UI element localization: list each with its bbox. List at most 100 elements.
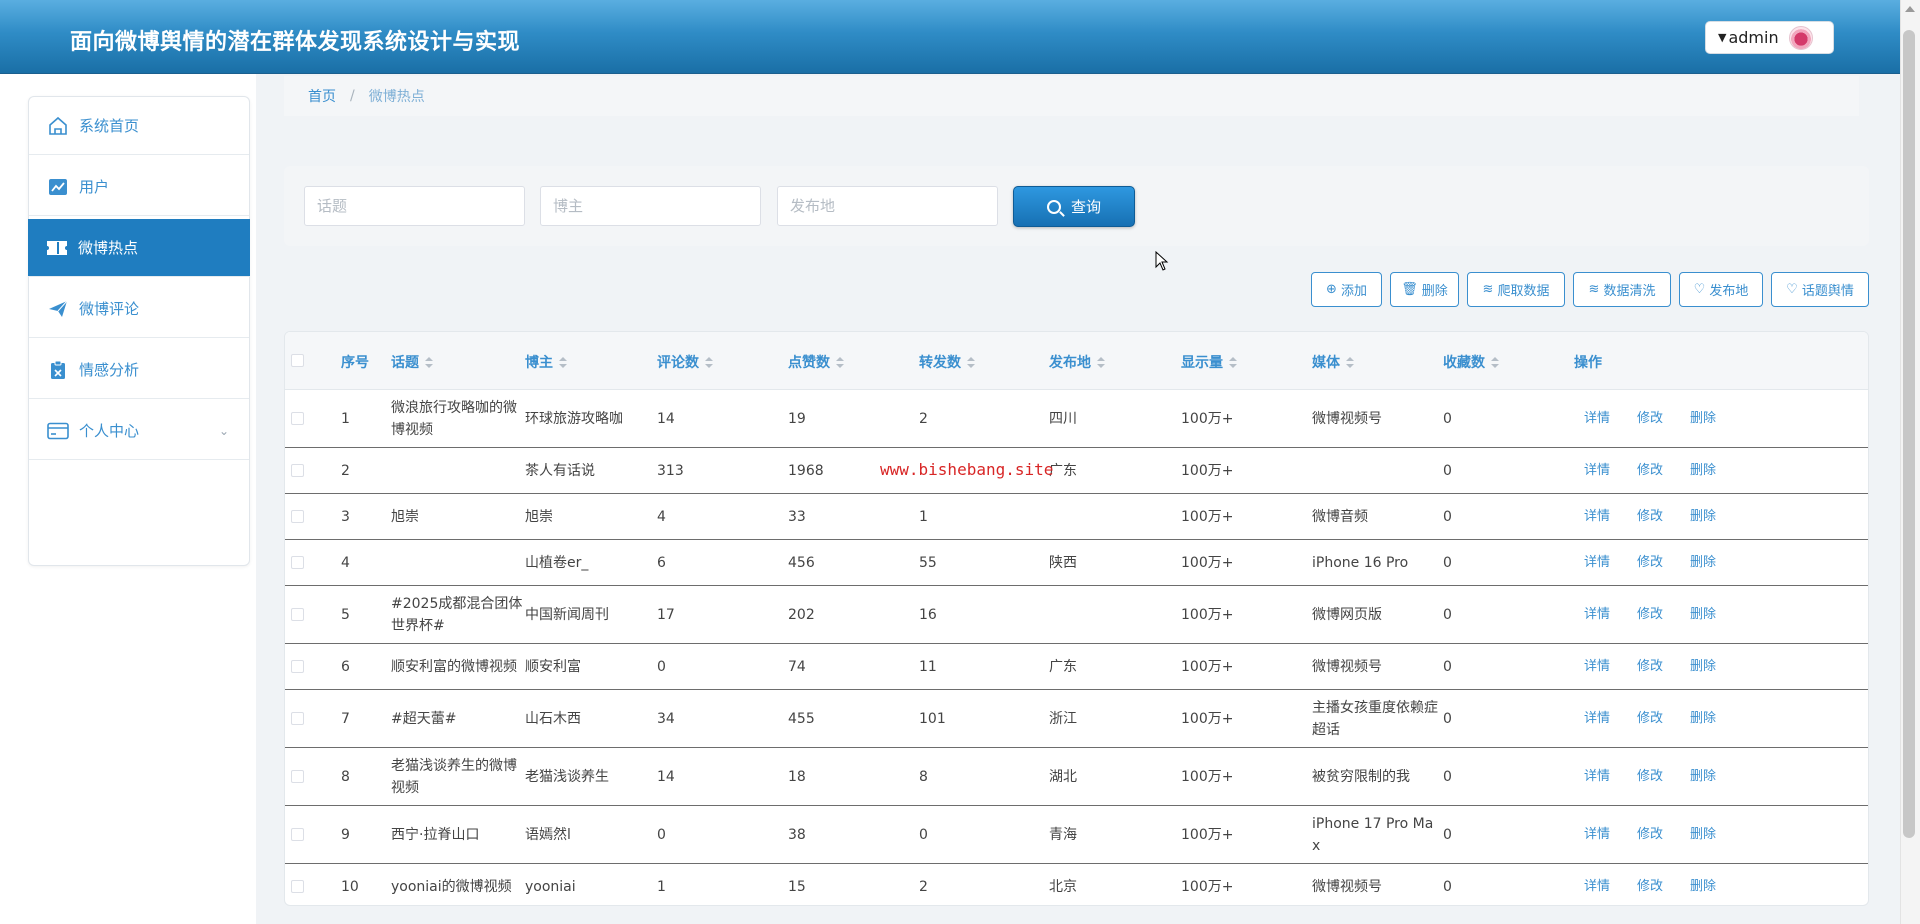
edit-link[interactable]: 修改 [1637, 459, 1663, 478]
cell-likes: 455 [788, 711, 815, 727]
detail-link[interactable]: 详情 [1584, 875, 1610, 894]
sidebar-item-home[interactable]: 系统首页 [29, 97, 249, 155]
sidebar-item-sentiment[interactable]: 情感分析 [29, 341, 249, 399]
delete-link[interactable]: 删除 [1690, 459, 1716, 478]
detail-link[interactable]: 详情 [1584, 707, 1610, 726]
row-checkbox[interactable] [291, 770, 304, 783]
edit-link[interactable]: 修改 [1637, 875, 1663, 894]
edit-link[interactable]: 修改 [1637, 823, 1663, 842]
delete-link[interactable]: 删除 [1690, 875, 1716, 894]
user-menu[interactable]: ▼ admin [1705, 21, 1834, 54]
sort-icon[interactable] [705, 357, 713, 369]
avatar [1788, 25, 1813, 50]
sort-icon[interactable] [1491, 357, 1499, 369]
detail-link[interactable]: 详情 [1584, 505, 1610, 524]
cell-views: 100万+ [1181, 555, 1234, 571]
sidebar-item-label: 微博评论 [79, 300, 140, 318]
sort-icon[interactable] [425, 357, 433, 369]
col-header-favorites[interactable]: 收藏数 [1443, 352, 1499, 372]
row-checkbox[interactable] [291, 412, 304, 425]
sort-icon[interactable] [559, 357, 567, 369]
query-button[interactable]: 查询 [1013, 186, 1135, 227]
topic-sentiment-button[interactable]: ♡ 话题舆情 [1771, 272, 1869, 307]
sidebar-item-profile[interactable]: 个人中心 ⌄ [29, 402, 249, 460]
scrollbar-thumb[interactable] [1903, 30, 1915, 838]
breadcrumb-home[interactable]: 首页 [308, 86, 336, 106]
detail-link[interactable]: 详情 [1584, 603, 1610, 622]
col-header-reposts[interactable]: 转发数 [919, 352, 975, 372]
table-row[interactable]: 9 西宁·拉脊山口 语嫣然l 0 38 0 青海 100万+ iPhone 17 Pro Ma x… [285, 806, 1868, 864]
sidebar-item-comments[interactable]: 微博评论 [29, 280, 249, 338]
row-checkbox[interactable] [291, 660, 304, 673]
row-checkbox[interactable] [291, 464, 304, 477]
topic-search-input[interactable] [304, 186, 525, 226]
edit-link[interactable]: 修改 [1637, 407, 1663, 426]
sort-icon[interactable] [836, 357, 844, 369]
cell-location: 湖北 [1049, 769, 1077, 785]
cell-likes: 74 [788, 659, 806, 675]
detail-link[interactable]: 详情 [1584, 551, 1610, 570]
delete-link[interactable]: 删除 [1690, 505, 1716, 524]
col-header-likes[interactable]: 点赞数 [788, 352, 844, 372]
col-header-topic[interactable]: 话题 [391, 352, 433, 372]
edit-link[interactable]: 修改 [1637, 707, 1663, 726]
clean-data-button[interactable]: ≋ 数据清洗 [1573, 272, 1671, 307]
col-header-location[interactable]: 发布地 [1049, 352, 1105, 372]
table-row[interactable]: 6 顺安利富的微博视频 顺安利富 0 74 11 广东 100万+ 微博视频号 0 详情 修改 删除 [285, 644, 1868, 690]
edit-link[interactable]: 修改 [1637, 505, 1663, 524]
delete-button[interactable]: 🗑 删除 [1390, 272, 1459, 307]
cell-likes: 18 [788, 769, 806, 785]
cell-line: 旭崇 [391, 509, 419, 525]
crawl-data-button[interactable]: ≋ 爬取数据 [1467, 272, 1565, 307]
detail-link[interactable]: 详情 [1584, 407, 1610, 426]
delete-link[interactable]: 删除 [1690, 823, 1716, 842]
delete-link[interactable]: 删除 [1690, 603, 1716, 622]
table-row[interactable]: 8 老猫浅谈养生的微博 视频 老猫浅谈养生 14 18 8 湖北 100万+ 被贫穷限制的我 0 详情… [285, 748, 1868, 806]
delete-link[interactable]: 删除 [1690, 655, 1716, 674]
col-header-blogger[interactable]: 博主 [525, 352, 567, 372]
location-chart-button[interactable]: ♡ 发布地 [1679, 272, 1763, 307]
col-header-comments[interactable]: 评论数 [657, 352, 713, 372]
delete-link[interactable]: 删除 [1690, 407, 1716, 426]
blogger-search-input[interactable] [540, 186, 761, 226]
detail-link[interactable]: 详情 [1584, 823, 1610, 842]
edit-link[interactable]: 修改 [1637, 655, 1663, 674]
sort-icon[interactable] [1097, 357, 1105, 369]
delete-link[interactable]: 删除 [1690, 707, 1716, 726]
edit-link[interactable]: 修改 [1637, 551, 1663, 570]
delete-link[interactable]: 删除 [1690, 551, 1716, 570]
col-header-views[interactable]: 显示量 [1181, 352, 1237, 372]
row-checkbox[interactable] [291, 608, 304, 621]
table-row[interactable]: 5 #2025成都混合团体 世界杯# 中国新闻周刊 17 202 16 100万+ 微博网页版 0… [285, 586, 1868, 644]
table-row[interactable]: 7 #超天蕾# 山石木西 34 455 101 浙江 100万+ 主播女孩重度依赖症 超话 0 详情 修… [285, 690, 1868, 748]
detail-link[interactable]: 详情 [1584, 765, 1610, 784]
table-row[interactable]: 1 微浪旅行攻略咖的微 博视频 环球旅游攻略咖 14 19 2 四川 100万+ 微博视频号 0 详情… [285, 390, 1868, 448]
row-checkbox[interactable] [291, 880, 304, 893]
row-checkbox[interactable] [291, 556, 304, 569]
row-checkbox[interactable] [291, 712, 304, 725]
table-row[interactable]: 4 山植卷er_ 6 456 55 陕西 100万+ iPhone 16 Pro 0 详情 修改 删除 [285, 540, 1868, 586]
table-row[interactable]: 3 旭崇 旭崇 4 33 1 100万+ 微博音频 0 详情 修改 删除 [285, 494, 1868, 540]
delete-link[interactable]: 删除 [1690, 765, 1716, 784]
col-header-media[interactable]: 媒体 [1312, 352, 1354, 372]
mouse-cursor-icon [1155, 251, 1169, 271]
table-row[interactable]: 2 茶人有话说 313 1968 广东 100万+ 0 详情 修改 删除 [285, 448, 1868, 494]
edit-link[interactable]: 修改 [1637, 603, 1663, 622]
table-row[interactable]: 10 yooniai的微博视频 yooniai 1 15 2 北京 100万+ 微博视频号 0 详情… [285, 864, 1868, 905]
edit-link[interactable]: 修改 [1637, 765, 1663, 784]
select-all-checkbox[interactable] [291, 354, 304, 367]
col-header-label: 收藏数 [1443, 355, 1485, 371]
scroll-up-arrow-icon[interactable] [1905, 6, 1915, 12]
row-checkbox[interactable] [291, 510, 304, 523]
location-search-input[interactable] [777, 186, 998, 226]
sort-icon[interactable] [967, 357, 975, 369]
sort-icon[interactable] [1229, 357, 1237, 369]
sort-icon[interactable] [1346, 357, 1354, 369]
add-button[interactable]: ⊕ 添加 [1311, 272, 1382, 307]
detail-link[interactable]: 详情 [1584, 655, 1610, 674]
sidebar-item-users[interactable]: 用户 [29, 158, 249, 216]
detail-link[interactable]: 详情 [1584, 459, 1610, 478]
cell-reposts: 1 [919, 509, 928, 525]
sidebar-item-weibo-hot[interactable]: 微博热点 [28, 219, 250, 277]
row-checkbox[interactable] [291, 828, 304, 841]
